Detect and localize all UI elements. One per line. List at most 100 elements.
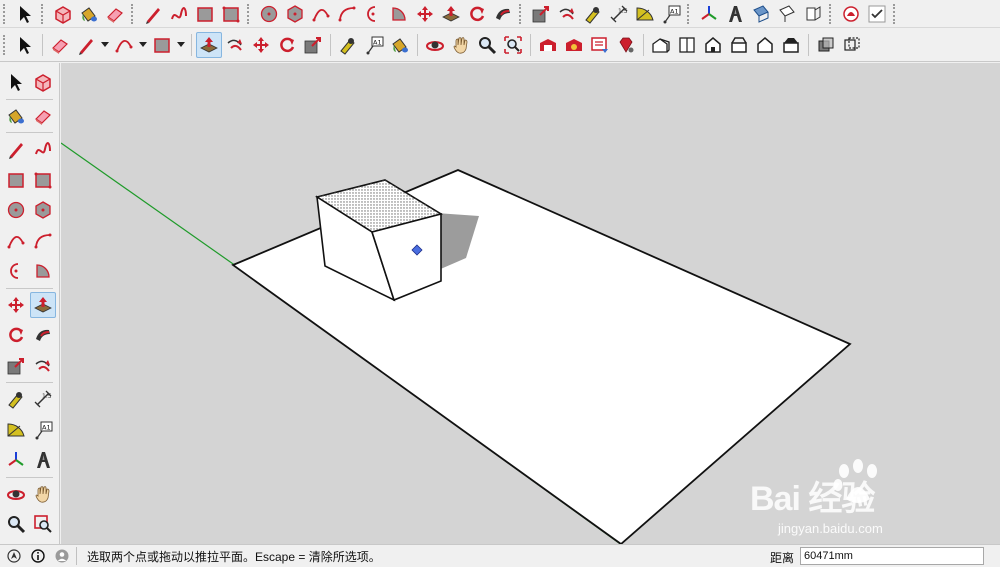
- rotated-rectangle-tool-button[interactable]: [30, 167, 56, 193]
- dropdown-arrow-button[interactable]: [137, 32, 149, 58]
- offset-tool-button[interactable]: [554, 1, 580, 27]
- x-ray-tool-button[interactable]: [813, 32, 839, 58]
- toolbar-grip-handle[interactable]: [3, 3, 9, 24]
- model-scene[interactable]: [61, 63, 1000, 544]
- polygon-tool-button[interactable]: [282, 1, 308, 27]
- move-tool-button[interactable]: [3, 292, 29, 318]
- pan-tool-button[interactable]: [30, 481, 56, 507]
- section-display-tool-button[interactable]: [774, 1, 800, 27]
- rotate-tool-button[interactable]: [3, 322, 29, 348]
- scale-tool-button[interactable]: [528, 1, 554, 27]
- toolbar-grip-handle[interactable]: [131, 3, 137, 24]
- protractor-tool-button[interactable]: [3, 417, 29, 443]
- offset-tool-button[interactable]: [222, 32, 248, 58]
- move-tool-button[interactable]: [248, 32, 274, 58]
- share-model-tool-button[interactable]: [587, 32, 613, 58]
- rotated-rectangle-tool-button[interactable]: [218, 1, 244, 27]
- arc-tool-button[interactable]: [3, 228, 29, 254]
- line-tool-button[interactable]: [73, 32, 99, 58]
- three-point-arc-tool-button[interactable]: [3, 258, 29, 284]
- tape-measure-tool-button[interactable]: [580, 1, 606, 27]
- axes-tool-button[interactable]: [3, 447, 29, 473]
- offset-tool-button[interactable]: [30, 353, 56, 379]
- zoom-extents-tool-button[interactable]: [500, 32, 526, 58]
- toolbar-grip-handle[interactable]: [893, 3, 899, 24]
- two-point-arc-tool-button[interactable]: [334, 1, 360, 27]
- tape-measure-tool-button[interactable]: [335, 32, 361, 58]
- zoom-tool-button[interactable]: [3, 511, 29, 537]
- select-tool-button[interactable]: [12, 1, 38, 27]
- three-point-arc-tool-button[interactable]: [360, 1, 386, 27]
- credits-info-icon[interactable]: [28, 546, 48, 566]
- push-pull-tool-button[interactable]: [30, 291, 57, 318]
- protractor-tool-button[interactable]: [632, 1, 658, 27]
- iso-view-tool-button[interactable]: [648, 32, 674, 58]
- paint-bucket-tool-button[interactable]: [387, 32, 413, 58]
- make-component-tool-button[interactable]: [50, 1, 76, 27]
- back-view-tool-button[interactable]: [752, 32, 778, 58]
- scale-tool-button[interactable]: [3, 353, 29, 379]
- text-tool-button[interactable]: A1: [361, 32, 387, 58]
- geo-location-icon[interactable]: [4, 546, 24, 566]
- eraser-tool-button[interactable]: [102, 1, 128, 27]
- pie-tool-button[interactable]: [386, 1, 412, 27]
- eraser-tool-button[interactable]: [47, 32, 73, 58]
- extension-warehouse-tool-button[interactable]: [561, 32, 587, 58]
- arc-tool-button[interactable]: [111, 32, 137, 58]
- select-tool-button[interactable]: [3, 69, 29, 95]
- orbit-tool-button[interactable]: [3, 481, 29, 507]
- text-tool-button[interactable]: A1: [658, 1, 684, 27]
- circle-tool-button[interactable]: [256, 1, 282, 27]
- left-view-tool-button[interactable]: [778, 32, 804, 58]
- toolbar-grip-handle[interactable]: [687, 3, 693, 24]
- dimension-tool-button[interactable]: 1.5: [606, 1, 632, 27]
- polygon-tool-button[interactable]: [30, 197, 56, 223]
- sandbox-tool-button[interactable]: [838, 1, 864, 27]
- user-account-icon[interactable]: [52, 546, 72, 566]
- front-view-tool-button[interactable]: [700, 32, 726, 58]
- freehand-tool-button[interactable]: [30, 136, 56, 162]
- rectangle-tool-button[interactable]: [192, 1, 218, 27]
- make-component-tool-button[interactable]: [30, 69, 56, 95]
- toolbar-grip-handle[interactable]: [3, 35, 9, 55]
- section-fill-tool-button[interactable]: [800, 1, 826, 27]
- scale-tool-button[interactable]: [300, 32, 326, 58]
- back-edges-tool-button[interactable]: [839, 32, 865, 58]
- arc-tool-button[interactable]: [308, 1, 334, 27]
- 3d-warehouse-tool-button[interactable]: [535, 32, 561, 58]
- tape-measure-tool-button[interactable]: [3, 386, 29, 412]
- dropdown-arrow-button[interactable]: [99, 32, 111, 58]
- paint-bucket-tool-button[interactable]: [3, 103, 29, 129]
- text-tool-button[interactable]: A1: [30, 417, 56, 443]
- line-tool-button[interactable]: [140, 1, 166, 27]
- zoom-window-tool-button[interactable]: [30, 511, 56, 537]
- rectangle-tool-button[interactable]: [149, 32, 175, 58]
- two-point-arc-tool-button[interactable]: [30, 228, 56, 254]
- toolbar-grip-handle[interactable]: [829, 3, 835, 24]
- measurements-input[interactable]: [800, 547, 984, 565]
- push-pull-tool-button[interactable]: [438, 1, 464, 27]
- dropdown-arrow-button[interactable]: [175, 32, 187, 58]
- section-plane-tool-button[interactable]: [748, 1, 774, 27]
- freehand-tool-button[interactable]: [166, 1, 192, 27]
- line-tool-button[interactable]: [3, 136, 29, 162]
- circle-tool-button[interactable]: [3, 197, 29, 223]
- eraser-tool-button[interactable]: [30, 103, 56, 129]
- zoom-tool-button[interactable]: [474, 32, 500, 58]
- checkbox-tool-button[interactable]: [864, 1, 890, 27]
- toolbar-grip-handle[interactable]: [41, 3, 47, 24]
- dimension-tool-button[interactable]: 1.5: [30, 386, 56, 412]
- rotate-tool-button[interactable]: [274, 32, 300, 58]
- rectangle-tool-button[interactable]: [3, 167, 29, 193]
- top-view-tool-button[interactable]: [674, 32, 700, 58]
- select-tool-button[interactable]: [12, 32, 38, 58]
- axes-tool-button[interactable]: [696, 1, 722, 27]
- follow-me-tool-button[interactable]: [30, 322, 56, 348]
- follow-me-tool-button[interactable]: [490, 1, 516, 27]
- toolbar-grip-handle[interactable]: [519, 3, 525, 24]
- paint-bucket-tool-button[interactable]: [76, 1, 102, 27]
- 3d-viewport[interactable]: [61, 63, 1000, 544]
- 3d-text-tool-button[interactable]: [30, 447, 56, 473]
- pan-tool-button[interactable]: [448, 32, 474, 58]
- extension-manager-tool-button[interactable]: [613, 32, 639, 58]
